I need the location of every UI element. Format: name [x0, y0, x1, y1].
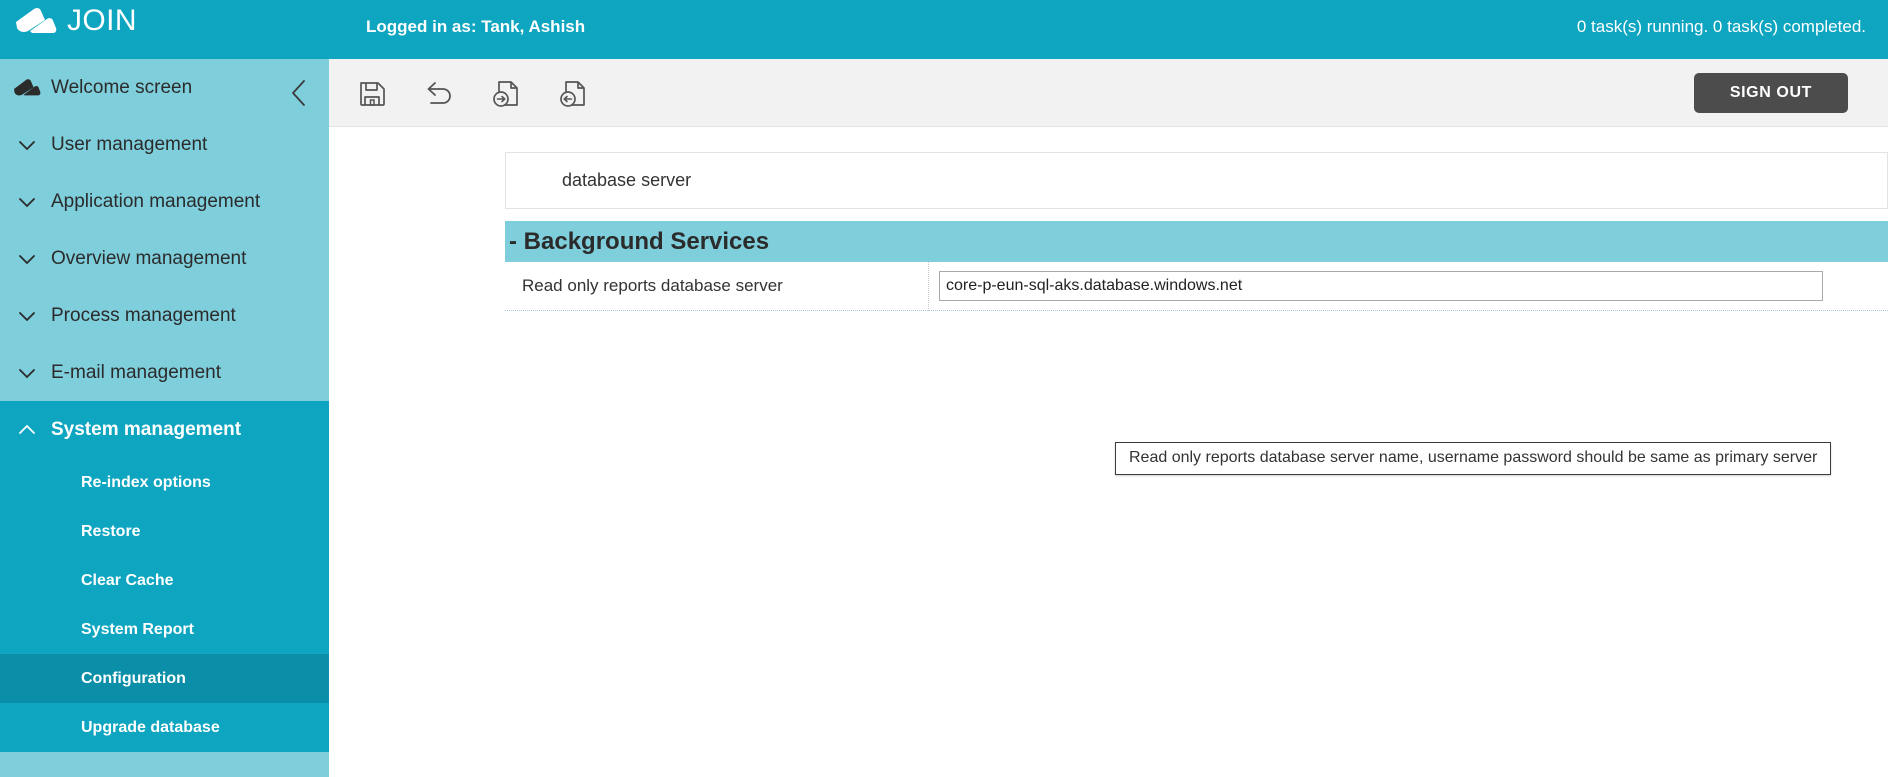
export-button[interactable]	[486, 73, 526, 113]
chevron-down-icon	[19, 311, 35, 321]
sidebar-subitem-system-report[interactable]: System Report	[0, 605, 329, 654]
sidebar-item-email-management[interactable]: E-mail management	[0, 344, 329, 401]
section-title: - Background Services	[509, 227, 770, 255]
brand-title: JOIN	[67, 4, 137, 37]
sidebar-subnav-system-management: Re-index options Restore Clear Cache Sys…	[0, 458, 329, 752]
sidebar-item-system-management[interactable]: System management	[0, 401, 329, 458]
sidebar-subitem-label: System Report	[81, 620, 194, 638]
sidebar-collapse-button[interactable]	[271, 59, 329, 127]
form-row-read-only-reports-db-server: Read only reports database server	[505, 261, 1888, 311]
logged-in-status: Logged in as: Tank, Ashish	[366, 17, 586, 36]
sidebar-item-label: E-mail management	[51, 361, 222, 383]
undo-arrow-icon	[427, 82, 451, 104]
join-cloud-logo-icon	[16, 7, 57, 33]
chevron-down-icon	[19, 197, 35, 207]
sidebar-subitem-label: Configuration	[81, 669, 186, 687]
undo-button[interactable]	[419, 73, 459, 113]
content-toolbar: SIGN OUT	[329, 59, 1888, 127]
main-content-area: database server - Background Services Re…	[329, 128, 1888, 777]
form-field-label: Read only reports database server	[522, 276, 783, 295]
save-button[interactable]	[352, 73, 392, 113]
sidebar-subitem-re-index-options[interactable]: Re-index options	[0, 458, 329, 507]
chevron-up-icon	[19, 424, 35, 434]
panel-header-row: database server	[505, 152, 1888, 209]
sidebar-item-label: System management	[51, 418, 242, 440]
sidebar-item-label: Process management	[51, 304, 236, 326]
sidebar-item-overview-management[interactable]: Overview management	[0, 230, 329, 287]
brand-logo-group[interactable]: JOIN	[14, 6, 137, 36]
sidebar-subitem-upgrade-database[interactable]: Upgrade database	[0, 703, 329, 752]
sidebar-subitem-clear-cache[interactable]: Clear Cache	[0, 556, 329, 605]
sidebar-subitem-label: Restore	[81, 522, 141, 540]
document-arrow-left-icon	[560, 81, 585, 107]
sidebar-item-label: Overview management	[51, 247, 247, 269]
form-row-label-cell: Read only reports database server	[505, 261, 929, 311]
chevron-down-icon	[19, 140, 35, 150]
sidebar-item-application-management[interactable]: Application management	[0, 173, 329, 230]
sidebar-subitem-configuration[interactable]: Configuration	[0, 654, 329, 703]
sidebar-subitem-label: Clear Cache	[81, 571, 174, 589]
field-tooltip: Read only reports database server name, …	[1115, 442, 1832, 475]
chevron-down-icon	[19, 368, 35, 378]
sidebar-item-process-management[interactable]: Process management	[0, 287, 329, 344]
sidebar-item-label: User management	[51, 133, 208, 155]
chevron-left-icon	[292, 80, 305, 106]
task-status-text: 0 task(s) running. 0 task(s) completed.	[1576, 17, 1866, 36]
form-row-field-cell	[929, 262, 1888, 311]
panel-header-label: database server	[562, 170, 692, 190]
top-header-bar: JOIN Logged in as: Tank, Ashish 0 task(s…	[0, 0, 1888, 59]
sidebar-subitem-label: Upgrade database	[81, 718, 220, 736]
floppy-disk-icon	[360, 82, 385, 106]
sidebar-navigation: Welcome screen User management Applicati…	[0, 59, 329, 777]
read-only-reports-database-server-input[interactable]	[939, 271, 1823, 301]
toolbar-icon-group	[352, 73, 593, 113]
import-button[interactable]	[553, 73, 593, 113]
sidebar-subitem-restore[interactable]: Restore	[0, 507, 329, 556]
sign-out-button[interactable]: SIGN OUT	[1693, 73, 1848, 113]
home-cloud-icon	[14, 78, 41, 96]
sidebar-item-label: Welcome screen	[51, 76, 193, 98]
chevron-down-icon	[19, 254, 35, 264]
document-arrow-right-icon	[493, 81, 518, 107]
sidebar-item-label: Application management	[51, 190, 261, 212]
section-header-background-services[interactable]: - Background Services	[505, 221, 1888, 262]
sidebar-subitem-label: Re-index options	[81, 473, 211, 491]
